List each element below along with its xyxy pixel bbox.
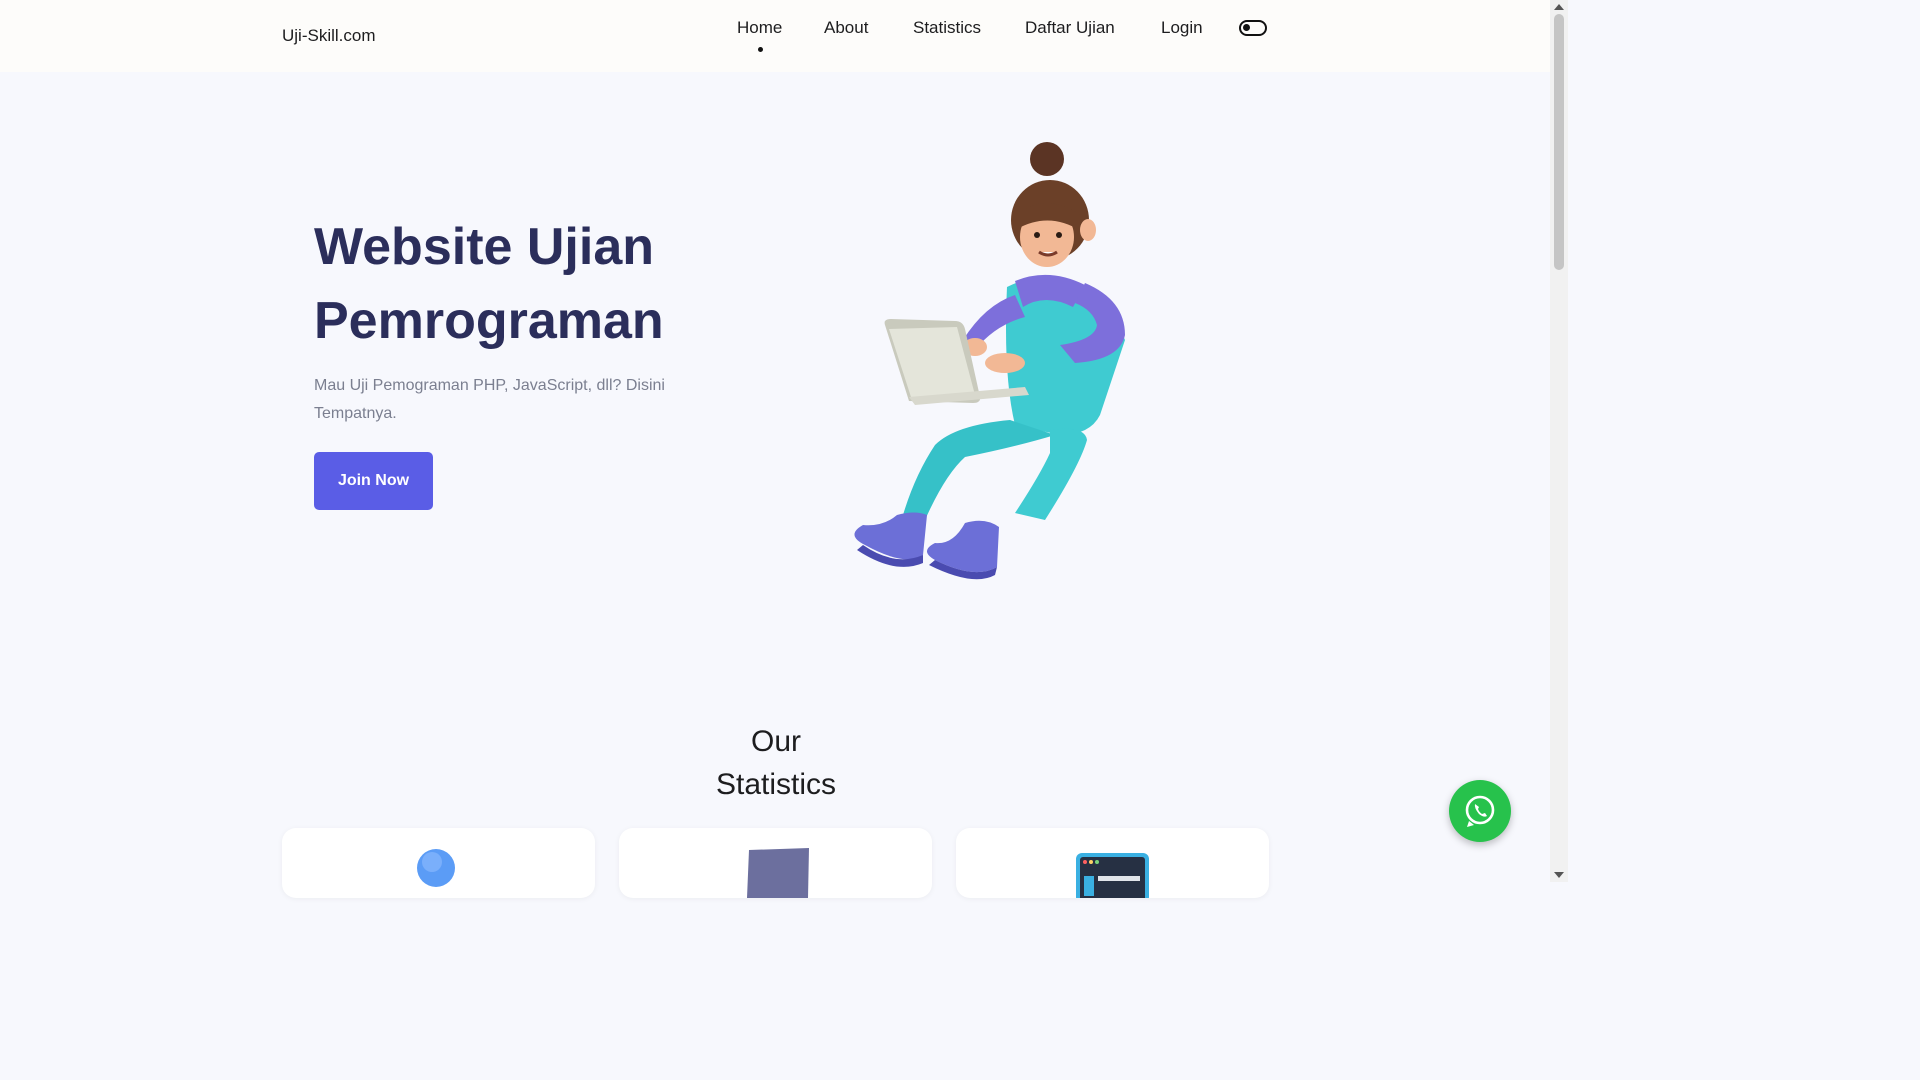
page-scrollbar[interactable] xyxy=(1550,0,1568,882)
laptop-icon xyxy=(747,848,809,898)
nav-login[interactable]: Login xyxy=(1161,18,1203,38)
site-header: Uji-Skill.com Home About Statistics Daft… xyxy=(0,0,1550,72)
nav-statistics[interactable]: Statistics xyxy=(913,18,981,38)
stat-card-3 xyxy=(956,828,1269,898)
nav-home-label: Home xyxy=(737,18,783,37)
whatsapp-icon xyxy=(1465,795,1495,827)
hero-title: Website Ujian Pemrograman xyxy=(314,210,734,358)
hero-subtitle: Mau Uji Pemograman PHP, JavaScript, dll?… xyxy=(314,377,665,422)
whatsapp-button[interactable] xyxy=(1449,780,1511,842)
nav-daftar-ujian[interactable]: Daftar Ujian xyxy=(1025,18,1115,38)
stat-card-1 xyxy=(282,828,595,898)
person-with-laptop-illustration xyxy=(854,142,1125,580)
theme-toggle[interactable] xyxy=(1239,20,1267,36)
active-indicator-dot xyxy=(757,47,763,52)
scroll-up-arrow[interactable] xyxy=(1554,4,1564,10)
browser-window-icon xyxy=(1076,853,1149,898)
stat-card-2 xyxy=(619,828,932,898)
hero-title-line-1: Website Ujian xyxy=(314,218,655,276)
hero-title-line-2: Pemrograman xyxy=(314,292,664,350)
nav-about[interactable]: About xyxy=(824,18,868,38)
site-logo[interactable]: Uji-Skill.com xyxy=(282,26,376,46)
scrollbar-thumb[interactable] xyxy=(1554,14,1564,270)
blue-sphere-icon xyxy=(417,849,455,887)
toggle-icon xyxy=(1243,24,1250,31)
statistics-heading: Our Statistics xyxy=(676,720,876,806)
join-now-button[interactable]: Join Now xyxy=(314,452,433,510)
scroll-down-arrow[interactable] xyxy=(1554,872,1564,878)
statistics-heading-line-1: Our xyxy=(750,725,801,758)
statistics-heading-line-2: Statistics xyxy=(715,768,837,801)
nav-home[interactable]: Home xyxy=(737,18,783,52)
